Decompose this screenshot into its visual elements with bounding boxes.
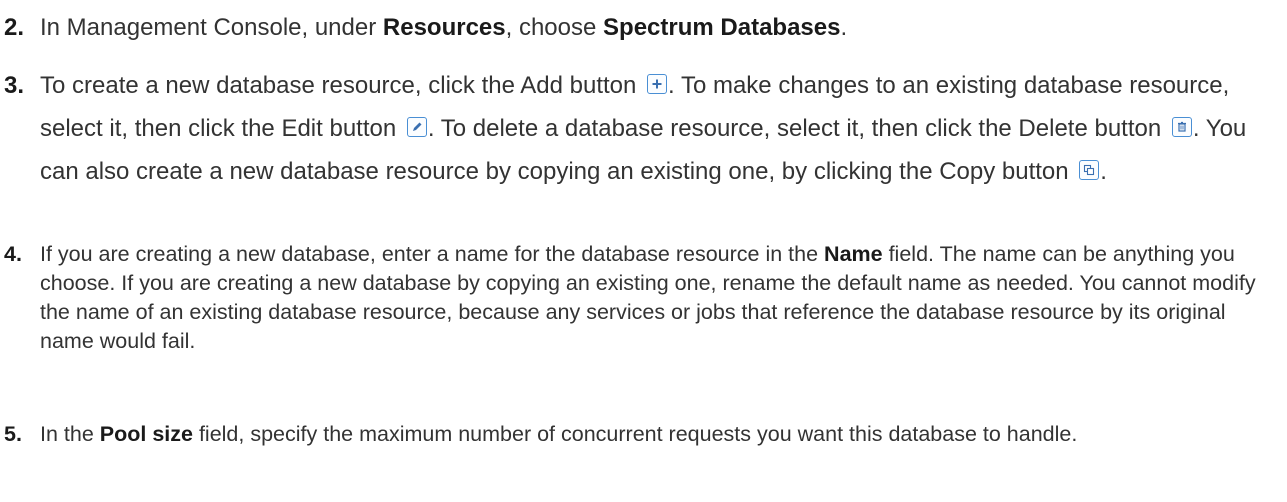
add-icon bbox=[647, 74, 668, 94]
document: 2. In Management Console, under Resource… bbox=[0, 0, 1287, 502]
step-number: 5. bbox=[4, 422, 22, 446]
step-text: If you are creating a new database, ente… bbox=[40, 240, 1271, 356]
ui-term-spectrum-databases: Spectrum Databases bbox=[603, 14, 841, 41]
step-text: To create a new database resource, click… bbox=[40, 64, 1271, 193]
copy-icon bbox=[1079, 160, 1100, 180]
ui-term-pool-size: Pool size bbox=[99, 422, 193, 446]
text-run: In Management Console, under bbox=[40, 14, 383, 41]
step-number: 4. bbox=[4, 242, 22, 266]
step-number: 3. bbox=[4, 72, 25, 99]
step-number: 2. bbox=[4, 14, 25, 41]
text-run: , choose bbox=[505, 14, 604, 41]
text-run: field, specify the maximum number of con… bbox=[192, 422, 1078, 446]
step-text: In Management Console, under Resources, … bbox=[40, 6, 1271, 49]
text-run: . To delete a database resource, select … bbox=[427, 115, 1168, 142]
delete-icon bbox=[1171, 117, 1192, 137]
text-run: . bbox=[1100, 158, 1107, 185]
text-run: . bbox=[840, 14, 848, 41]
step-text: In the Pool size field, specify the maxi… bbox=[40, 420, 1271, 449]
text-run: In the bbox=[40, 422, 100, 446]
ui-term-resources: Resources bbox=[382, 14, 506, 41]
ui-term-name: Name bbox=[824, 242, 883, 266]
text-run: If you are creating a new database, ente… bbox=[40, 242, 825, 266]
edit-icon bbox=[406, 117, 427, 137]
text-run: To create a new database resource, click… bbox=[40, 72, 644, 99]
